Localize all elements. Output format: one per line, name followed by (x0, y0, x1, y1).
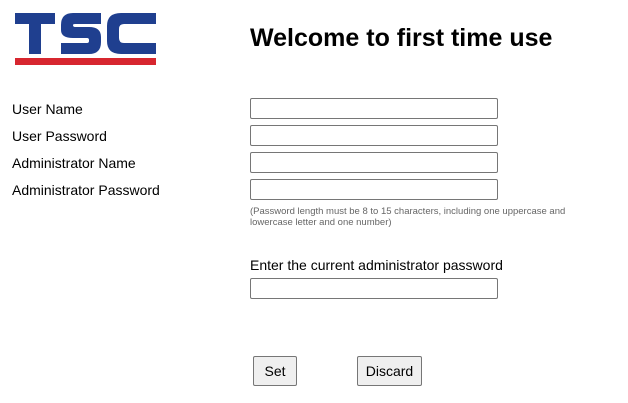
discard-button[interactable]: Discard (357, 356, 422, 386)
admin-password-label: Administrator Password (12, 182, 160, 198)
current-admin-password-label: Enter the current administrator password (250, 257, 503, 273)
page-title: Welcome to first time use (250, 24, 553, 52)
tsc-logo (15, 10, 156, 66)
password-hint: (Password length must be 8 to 15 charact… (250, 206, 566, 228)
set-button[interactable]: Set (253, 356, 297, 386)
admin-password-input[interactable] (250, 179, 498, 200)
user-name-input[interactable] (250, 98, 498, 119)
user-name-label: User Name (12, 101, 83, 117)
current-admin-password-input[interactable] (250, 278, 498, 299)
user-password-label: User Password (12, 128, 107, 144)
admin-name-input[interactable] (250, 152, 498, 173)
admin-name-label: Administrator Name (12, 155, 136, 171)
user-password-input[interactable] (250, 125, 498, 146)
